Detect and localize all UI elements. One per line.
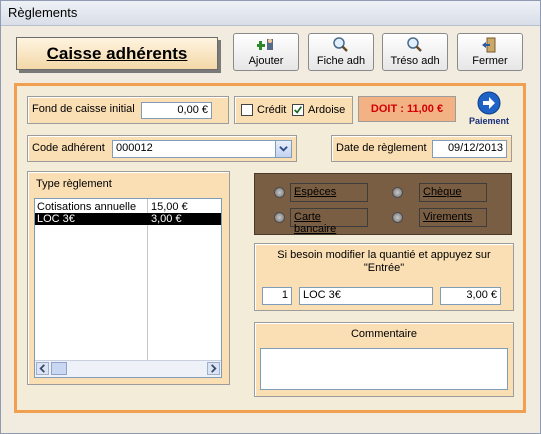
reglements-window: Règlements Caisse adhérents Ajouter Fich… — [0, 0, 541, 434]
fiche-adh-label: Fiche adh — [316, 55, 366, 67]
payment-mode-panel: Espèces Chèque Carte bancaire Virements — [254, 173, 512, 235]
dropdown-button[interactable] — [275, 141, 291, 157]
commentaire-panel: Commentaire — [254, 322, 514, 397]
cheque-option[interactable]: Chèque — [419, 183, 487, 202]
code-select[interactable]: 000012 — [112, 140, 292, 158]
arrow-right-circle-icon — [477, 91, 501, 115]
page-title: Caisse adhérents — [16, 37, 218, 70]
item-field[interactable]: LOC 3€ — [299, 287, 433, 305]
magnifier-icon — [333, 37, 348, 52]
paiement-label: Paiement — [468, 116, 510, 126]
exit-door-icon — [482, 37, 496, 53]
chevron-down-icon — [279, 146, 288, 152]
especes-option[interactable]: Espèces — [290, 183, 368, 202]
ardoise-label: Ardoise — [308, 104, 346, 116]
type-reglement-table: Cotisations annuelle 15,00 € LOC 3€ 3,00… — [34, 198, 222, 378]
fermer-button[interactable]: Fermer — [457, 33, 523, 71]
check-icon — [294, 106, 303, 114]
ardoise-checkbox[interactable] — [292, 104, 304, 116]
doit-badge: DOIT : 11,00 € — [358, 96, 456, 122]
ajouter-label: Ajouter — [248, 55, 284, 67]
fermer-label: Fermer — [472, 55, 508, 67]
carte-radio[interactable] — [274, 212, 285, 223]
quantity-hint: Si besoin modifier la quantié et appuyez… — [277, 249, 491, 274]
main-panel: Fond de caisse initial 0,00 € Crédit Ard… — [14, 83, 526, 413]
fond-panel: Fond de caisse initial 0,00 € — [27, 96, 229, 124]
row-amount: 15,00 € — [151, 201, 188, 213]
scroll-thumb[interactable] — [51, 362, 67, 375]
code-panel: Code adhérent 000012 — [27, 135, 297, 162]
virements-radio[interactable] — [392, 212, 403, 223]
row-name: LOC 3€ — [37, 213, 75, 225]
table-row-selected[interactable]: LOC 3€ 3,00 € — [35, 213, 221, 225]
code-value: 000012 — [116, 142, 153, 154]
options-panel: Crédit Ardoise — [234, 96, 353, 124]
commentaire-label: Commentaire — [350, 328, 418, 340]
scroll-left-button[interactable] — [36, 362, 49, 375]
treso-adh-label: Tréso adh — [390, 55, 440, 67]
page-title-text: Caisse adhérents — [46, 44, 188, 63]
type-reglement-label: Type règlement — [36, 178, 112, 190]
window-title: Règlements — [8, 5, 78, 20]
quantity-panel: Si besoin modifier la quantié et appuyez… — [254, 243, 514, 311]
cheque-radio[interactable] — [392, 187, 403, 198]
row-name: Cotisations annuelle — [37, 201, 137, 213]
magnifier-icon — [407, 37, 422, 52]
commentaire-field[interactable] — [260, 348, 508, 390]
add-icon — [257, 39, 273, 50]
credit-checkbox[interactable] — [241, 104, 253, 116]
chevron-right-icon — [211, 364, 217, 373]
date-label: Date de règlement — [336, 142, 427, 154]
fond-field[interactable]: 0,00 € — [141, 102, 212, 119]
credit-label: Crédit — [257, 104, 287, 116]
carte-option[interactable]: Carte bancaire — [290, 208, 368, 235]
virements-option[interactable]: Virements — [419, 208, 487, 227]
chevron-left-icon — [39, 364, 45, 373]
price-field[interactable]: 3,00 € — [440, 287, 501, 305]
ajouter-button[interactable]: Ajouter — [233, 33, 299, 71]
quantity-field[interactable]: 1 — [262, 287, 292, 305]
especes-radio[interactable] — [274, 187, 285, 198]
table-row[interactable]: Cotisations annuelle 15,00 € — [35, 201, 221, 213]
code-label: Code adhérent — [32, 142, 105, 154]
title-bar: Règlements — [1, 1, 540, 26]
scroll-right-button[interactable] — [207, 362, 220, 375]
date-field[interactable]: 09/12/2013 — [432, 140, 507, 158]
fiche-adh-button[interactable]: Fiche adh — [308, 33, 374, 71]
row-amount: 3,00 € — [151, 213, 182, 225]
fond-label: Fond de caisse initial — [32, 103, 135, 115]
paiement-button[interactable]: Paiement — [464, 91, 514, 131]
date-panel: Date de règlement 09/12/2013 — [331, 135, 512, 162]
horizontal-scrollbar[interactable] — [35, 360, 221, 377]
treso-adh-button[interactable]: Tréso adh — [382, 33, 448, 71]
type-reglement-panel: Type règlement Cotisations annuelle 15,0… — [27, 171, 230, 385]
